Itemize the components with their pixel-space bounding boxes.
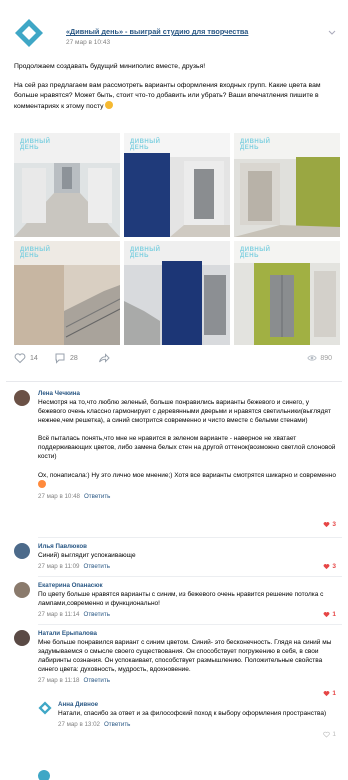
photo-gallery: ДИВНЫЙ ДЕНЬ ДИВНЫЙ ДЕНЬ ДИВНЫЙ ДЕНЬ ДИВН…	[14, 133, 340, 345]
heart-icon	[324, 691, 330, 697]
heart-icon	[324, 612, 330, 618]
comment-author[interactable]: Илья Павлюков	[38, 543, 338, 551]
photo-caption: ДИВНЫЙ ДЕНЬ	[240, 139, 271, 151]
heart-icon	[324, 564, 330, 570]
comment-like-button[interactable]: 1	[323, 731, 336, 738]
views-count: 890	[320, 354, 332, 362]
comment-divider	[38, 576, 342, 577]
reply-button[interactable]: Ответить	[84, 677, 110, 684]
chevron-down-icon[interactable]	[328, 30, 336, 36]
post-paragraph: Продолжаем создавать будущий миниполис в…	[14, 63, 206, 70]
avatar[interactable]	[14, 582, 30, 598]
heart-icon	[324, 522, 330, 528]
comment-text: Натали, спасибо за ответ и за философски…	[58, 710, 327, 717]
post-date[interactable]: 27 мар в 10:43	[66, 39, 110, 46]
community-logo-icon[interactable]	[38, 701, 52, 715]
comment-text: Мне больше понравился вариант с синим цв…	[38, 639, 332, 674]
heart-icon	[323, 731, 331, 738]
avatar[interactable]	[14, 390, 30, 406]
comment-meta: 27 мар в 11:09 Ответить	[38, 563, 110, 571]
comment-text: Синий) выглядит успокаивающе	[38, 552, 136, 559]
community-logo-icon[interactable]	[14, 18, 44, 48]
like-count: 14	[30, 354, 38, 362]
comment-author[interactable]: Екатерина Опанасюк	[38, 582, 338, 590]
post-text: Продолжаем создавать будущий миниполис в…	[14, 62, 334, 121]
comment-button[interactable]: 28	[54, 352, 78, 364]
photo-1[interactable]: ДИВНЫЙ ДЕНЬ	[14, 133, 120, 237]
photo-caption: ДИВНЫЙ ДЕНЬ	[240, 247, 271, 259]
reply-button[interactable]: Ответить	[84, 493, 110, 500]
post-card: «Дивный день» - выиграй студию для творч…	[0, 0, 348, 780]
photo-2[interactable]: ДИВНЫЙ ДЕНЬ	[124, 133, 230, 237]
smile-emoji-icon	[105, 101, 114, 109]
comment-meta: 27 мар в 11:14 Ответить	[38, 611, 110, 619]
comment-meta: 27 мар в 11:18 Ответить	[38, 677, 110, 685]
post-actions: 14 28 890	[14, 352, 340, 368]
reply-button[interactable]: Ответить	[104, 721, 130, 728]
heart-icon	[14, 353, 26, 364]
reply-button[interactable]: Ответить	[84, 563, 110, 570]
photo-5[interactable]: ДИВНЫЙ ДЕНЬ	[124, 241, 230, 345]
like-button[interactable]: 14	[14, 352, 38, 364]
comment-text: По цвету больше нравятся варианты с сини…	[38, 591, 324, 608]
comment-like-button[interactable]: 3	[323, 521, 336, 528]
avatar[interactable]	[38, 770, 50, 780]
share-icon	[99, 353, 110, 363]
post-divider	[6, 381, 342, 382]
comment-like-button[interactable]: 1	[323, 690, 336, 697]
share-button[interactable]	[98, 352, 110, 364]
reply-button[interactable]: Ответить	[84, 611, 110, 618]
comment-meta: 27 мар в 10:48 Ответить	[38, 492, 111, 500]
avatar[interactable]	[14, 630, 30, 646]
comment-meta: 27 мар в 13:02 Ответить	[58, 721, 131, 729]
views-counter: 890	[307, 353, 332, 363]
photo-3[interactable]: ДИВНЫЙ ДЕНЬ	[234, 133, 340, 237]
comment-divider	[38, 537, 342, 538]
comment-author[interactable]: Натали Ерыпалова	[38, 630, 338, 638]
comment-text: Несмотря на то,что люблю зеленый, больше…	[38, 398, 338, 490]
photo-6[interactable]: ДИВНЫЙ ДЕНЬ	[234, 241, 340, 345]
comment-count: 28	[70, 354, 78, 362]
photo-4[interactable]: ДИВНЫЙ ДЕНЬ	[14, 241, 120, 345]
fire-emoji-icon	[38, 479, 46, 488]
comment-icon	[55, 353, 65, 364]
comment-like-button[interactable]: 3	[323, 563, 336, 570]
eye-icon	[307, 355, 317, 361]
comment-divider	[38, 624, 342, 625]
photo-caption: ДИВНЫЙ ДЕНЬ	[130, 139, 161, 151]
post-paragraph: На сей раз предлагаем вам рассмотреть ва…	[14, 82, 321, 110]
photo-caption: ДИВНЫЙ ДЕНЬ	[20, 247, 51, 259]
comment-author[interactable]: Анна Дивное	[58, 701, 328, 709]
avatar[interactable]	[14, 543, 30, 559]
comment-like-button[interactable]: 1	[323, 611, 336, 618]
post-author-link[interactable]: «Дивный день» - выиграй студию для творч…	[66, 27, 248, 36]
photo-caption: ДИВНЫЙ ДЕНЬ	[130, 247, 161, 259]
photo-caption: ДИВНЫЙ ДЕНЬ	[20, 139, 51, 151]
comment-author[interactable]: Лена Чечкина	[38, 390, 338, 398]
